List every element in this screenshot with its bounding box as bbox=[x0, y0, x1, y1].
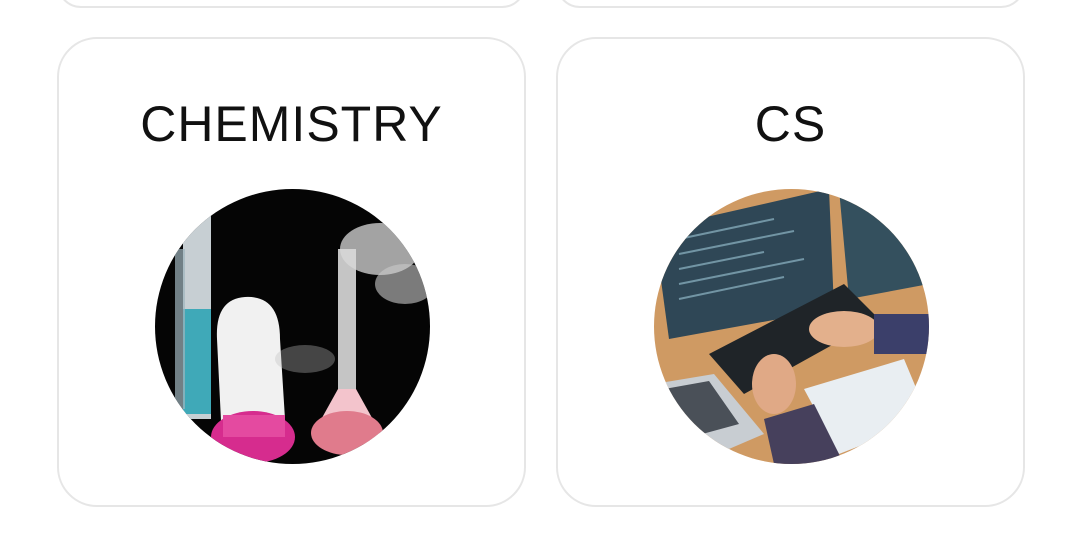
subject-card-chemistry[interactable]: CHEMISTRY bbox=[57, 37, 526, 507]
programmer-keyboard-image bbox=[654, 189, 929, 464]
subject-card-cs[interactable]: CS bbox=[556, 37, 1025, 507]
subject-title: CS bbox=[754, 96, 827, 152]
subject-title: CHEMISTRY bbox=[140, 96, 443, 152]
previous-subject-card-left[interactable] bbox=[57, 0, 526, 8]
previous-subject-card-right[interactable] bbox=[556, 0, 1025, 8]
chemistry-lab-glassware-image bbox=[155, 189, 430, 464]
